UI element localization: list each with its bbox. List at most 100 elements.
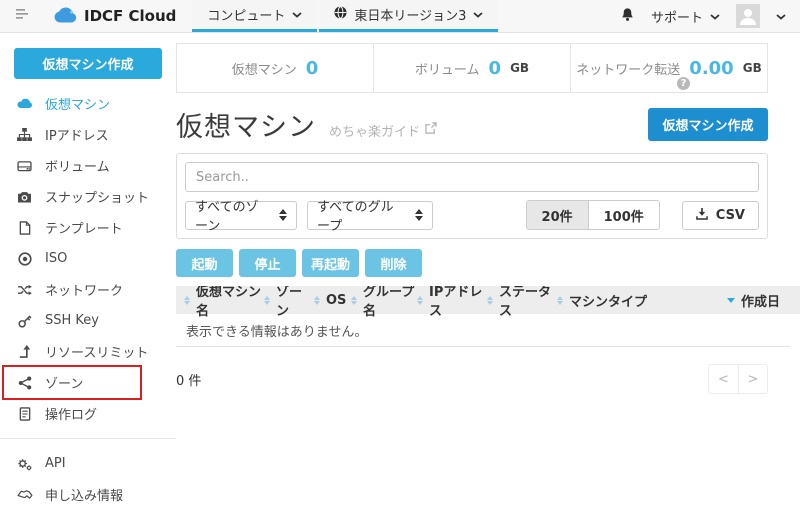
account-menu-dropdown[interactable]	[776, 9, 786, 24]
filter-panel: すべてのゾーン すべてのグループ 20件 100件 CSV	[176, 153, 768, 239]
sidebar-item-contract-info[interactable]: 申し込み情報	[0, 479, 176, 510]
result-count: 0 件	[176, 370, 201, 389]
vm-action-buttons: 起動 停止 再起動 削除	[176, 249, 800, 277]
sidebar-item-operation-log[interactable]: 操作ログ	[0, 398, 176, 429]
sidebar-item-ip-addresses[interactable]: IPアドレス	[0, 119, 176, 150]
sidebar-item-api[interactable]: API	[0, 448, 176, 479]
sitemap-icon	[16, 128, 33, 141]
page-size-100-button[interactable]: 100件	[588, 201, 659, 229]
external-link-icon	[425, 122, 437, 138]
column-header-zone[interactable]: ゾーン	[264, 286, 314, 319]
sidebar-item-templates[interactable]: テンプレート	[0, 212, 176, 243]
sidebar-item-label: リソースリミット	[45, 342, 148, 361]
sort-icon	[264, 296, 270, 305]
column-label: マシンタイプ	[569, 291, 647, 310]
sidebar-item-iso[interactable]: ISO	[0, 243, 176, 274]
page-size-20-button[interactable]: 20件	[527, 201, 588, 229]
shuffle-icon	[16, 284, 33, 296]
sidebar-item-label: API	[45, 456, 66, 471]
notifications-button[interactable]	[620, 7, 635, 26]
page-title: 仮想マシン	[176, 105, 316, 144]
column-header-os[interactable]: OS	[314, 293, 351, 308]
column-label: 作成日	[741, 291, 780, 310]
guide-link-label: めちゃ楽ガイド	[329, 121, 420, 140]
restart-button[interactable]: 再起動	[302, 249, 359, 277]
next-page-button[interactable]: >	[738, 365, 767, 393]
sort-icon	[184, 296, 190, 305]
support-menu-dropdown[interactable]: サポート	[651, 7, 720, 26]
vm-table: 仮想マシン名 ゾーン OS グループ名 IPアドレス ステータス	[176, 286, 800, 347]
stat-label: ボリューム	[415, 59, 480, 78]
log-icon	[16, 407, 33, 421]
sort-desc-icon	[727, 298, 735, 303]
select-arrows-icon	[265, 209, 287, 221]
prev-page-button[interactable]: <	[709, 365, 738, 393]
stat-volume: ボリューム 0 GB	[373, 44, 570, 92]
sidebar-item-virtual-machines[interactable]: 仮想マシン	[0, 88, 176, 119]
sidebar-create-vm-button[interactable]: 仮想マシン作成	[14, 48, 162, 79]
sidebar-item-label: 仮想マシン	[45, 94, 110, 113]
list-footer: 0 件 < >	[176, 364, 768, 394]
stop-button[interactable]: 停止	[239, 249, 296, 277]
page-header: 仮想マシン めちゃ楽ガイド 仮想マシン作成	[176, 105, 768, 144]
stat-label: ネットワーク転送	[576, 59, 680, 78]
guide-link[interactable]: めちゃ楽ガイド	[329, 121, 437, 140]
service-menu-dropdown[interactable]: コンピュート	[192, 0, 317, 32]
sidebar-item-network[interactable]: ネットワーク	[0, 274, 176, 305]
menu-toggle-button[interactable]	[0, 0, 44, 32]
sidebar-item-label: ゾーン	[45, 373, 83, 392]
level-up-icon	[16, 345, 33, 358]
start-button[interactable]: 起動	[176, 249, 233, 277]
delete-button[interactable]: 削除	[365, 249, 422, 277]
sidebar-item-label: テンプレート	[45, 218, 123, 237]
app-logo[interactable]: IDCF Cloud	[44, 0, 192, 32]
cloud-icon	[16, 98, 33, 109]
stat-label: 仮想マシン	[232, 59, 297, 78]
sidebar-item-resource-limit[interactable]: リソースリミット	[0, 336, 176, 367]
column-header-machine-type[interactable]: マシンタイプ	[557, 291, 727, 310]
sidebar-item-snapshots[interactable]: スナップショット	[0, 181, 176, 212]
sidebar-item-label: IPアドレス	[45, 125, 109, 144]
zone-filter-select[interactable]: すべてのゾーン	[185, 201, 297, 230]
topbar: IDCF Cloud コンピュート 東日本リージョン3 サポート	[0, 0, 800, 33]
column-header-ip-address[interactable]: IPアドレス	[417, 286, 487, 319]
avatar[interactable]	[736, 4, 760, 28]
cloud-logo-icon	[52, 6, 78, 27]
sort-icon	[557, 296, 563, 305]
create-vm-button[interactable]: 仮想マシン作成	[648, 108, 768, 141]
column-header-vm-name[interactable]: 仮想マシン名	[184, 286, 264, 319]
topbar-right: サポート	[620, 0, 800, 32]
handshake-icon	[16, 489, 33, 500]
help-icon[interactable]: ?	[677, 77, 690, 90]
column-header-created-date[interactable]: 作成日	[727, 291, 800, 310]
page-size-toggle: 20件 100件	[526, 200, 660, 230]
column-header-group-name[interactable]: グループ名	[351, 286, 417, 319]
download-icon	[696, 207, 708, 224]
column-header-status[interactable]: ステータス	[487, 286, 557, 319]
stat-unit: GB	[510, 61, 529, 75]
chevron-down-icon	[292, 7, 302, 22]
zone-filter-value: すべてのゾーン	[195, 196, 265, 234]
service-menu-label: コンピュート	[207, 5, 285, 24]
sidebar-item-ssh-key[interactable]: SSH Key	[0, 305, 176, 336]
sidebar-item-label: 申し込み情報	[45, 485, 123, 504]
sidebar-item-zones[interactable]: ゾーン	[0, 367, 176, 398]
csv-button-label: CSV	[716, 208, 745, 223]
sort-icon	[314, 296, 320, 305]
share-icon	[16, 376, 33, 390]
search-input[interactable]	[185, 162, 759, 192]
csv-export-button[interactable]: CSV	[682, 201, 759, 230]
group-filter-value: すべてのグループ	[317, 196, 401, 234]
region-menu-label: 東日本リージョン3	[354, 5, 466, 24]
region-menu-dropdown[interactable]: 東日本リージョン3	[319, 0, 498, 32]
sidebar-item-label: ネットワーク	[45, 280, 123, 299]
sidebar-item-label: スナップショット	[45, 187, 149, 206]
logo-text: IDCF Cloud	[84, 7, 176, 25]
sidebar-item-label: 操作ログ	[45, 404, 97, 423]
file-icon	[16, 221, 33, 235]
select-arrows-icon	[401, 209, 423, 221]
support-label: サポート	[651, 7, 703, 26]
sidebar-item-volumes[interactable]: ボリューム	[0, 150, 176, 181]
hdd-icon	[16, 160, 33, 172]
group-filter-select[interactable]: すべてのグループ	[307, 201, 433, 230]
